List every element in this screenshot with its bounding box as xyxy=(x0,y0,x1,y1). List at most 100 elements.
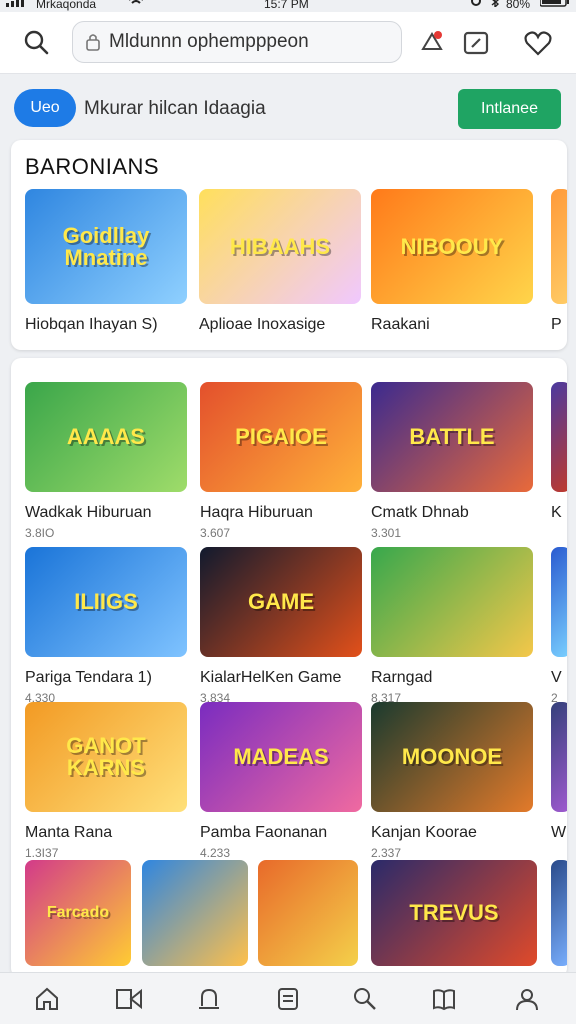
game-thumbnail[interactable]: HIBAAHS xyxy=(199,189,361,304)
thumbnail-art-text: TREVUS xyxy=(409,900,499,925)
game-thumbnail[interactable] xyxy=(142,860,248,966)
video-icon[interactable] xyxy=(111,981,147,1017)
thumbnail-art-text: ILIIGS xyxy=(74,589,138,614)
search-placeholder: Mldunnn ophempppeon xyxy=(109,31,309,52)
game-tile[interactable]: GANOT KARNS Manta Rana 1.3I37 xyxy=(25,702,187,868)
game-meta: 2.337 xyxy=(371,846,402,860)
thumbnail-art-text: HIBAAHS xyxy=(229,233,331,259)
bottom-nav xyxy=(0,972,576,1024)
game-thumbnail[interactable]: TREVUS xyxy=(371,860,537,966)
game-title: Hiobqan Ihayan S) xyxy=(25,316,158,333)
promo-text: Mkurar hilcan Idaagia xyxy=(84,98,266,119)
game-title: Pariga Tendara 1) xyxy=(25,669,152,686)
search-input[interactable]: Mldunnn ophempppeon xyxy=(72,21,402,63)
alert-icon[interactable] xyxy=(191,981,227,1017)
game-meta: 3.8IO xyxy=(25,526,55,540)
game-thumbnail[interactable] xyxy=(551,189,567,304)
profile-icon[interactable] xyxy=(509,981,545,1017)
game-thumbnail[interactable]: NIBOOUY xyxy=(371,189,533,304)
game-meta: 4.233 xyxy=(200,846,231,860)
game-tile[interactable]: Farcado xyxy=(25,860,131,978)
game-title: V xyxy=(551,669,562,686)
lock-icon xyxy=(85,33,101,51)
game-thumbnail[interactable]: PIGAIOE xyxy=(200,382,362,492)
promo-banner: Ueo Mkurar hilcan Idaagia Intlanee xyxy=(0,84,576,132)
location-icon xyxy=(470,0,482,7)
thumbnail-art-text: MADEAS xyxy=(233,744,329,769)
thumbnail-art-text: GAME xyxy=(248,589,314,614)
thumbnail-art-text: Goidllay Mnatine xyxy=(62,222,150,270)
game-tile[interactable]: PIGAIOE Haqra Hiburuan 3.607 xyxy=(200,382,362,548)
game-tile[interactable]: NIBOOUY Raakani xyxy=(371,189,533,350)
game-tile[interactable]: ILIIGS Pariga Tendara 1) 4.330 xyxy=(25,547,187,713)
thumbnail-art-text: AAAAS xyxy=(66,424,146,449)
game-tile[interactable] xyxy=(258,860,358,978)
game-meta: 3.607 xyxy=(200,526,231,540)
game-tile[interactable] xyxy=(142,860,248,978)
game-thumbnail[interactable]: GAME xyxy=(200,547,362,657)
game-tile[interactable]: V2 xyxy=(551,547,567,713)
search-icon[interactable] xyxy=(347,981,383,1017)
game-title: Kanjan Koorae xyxy=(371,824,477,841)
promo-pill[interactable]: Ueo xyxy=(14,89,76,127)
game-thumbnail[interactable]: Farcado xyxy=(25,860,131,966)
game-tile[interactable]: HIBAAHS Aplioae Inoxasige xyxy=(199,189,361,350)
carrier-label: Mrkaqonda xyxy=(36,0,97,11)
game-thumbnail[interactable]: MADEAS xyxy=(200,702,362,812)
game-tile[interactable]: AAAAS Wadkak Hiburuan 3.8IO xyxy=(25,382,187,548)
game-thumbnail[interactable]: GANOT KARNS xyxy=(25,702,187,812)
book-icon[interactable] xyxy=(426,981,462,1017)
game-tile[interactable]: BATTLE Cmatk Dhnab 3.301 xyxy=(371,382,533,548)
game-title: Aplioae Inoxasige xyxy=(199,316,326,333)
game-meta: 3.301 xyxy=(371,526,402,540)
game-thumbnail[interactable]: BATTLE xyxy=(371,382,533,492)
game-title: Pamba Faonanan xyxy=(200,824,328,841)
game-meta: 1.3I37 xyxy=(25,846,59,860)
bluetooth-icon xyxy=(490,0,500,7)
notification-icon[interactable] xyxy=(414,25,450,61)
game-tile[interactable] xyxy=(551,860,567,978)
games-grid: AAAAS Wadkak Hiburuan 3.8IO PIGAIOE Haqra Hi… xyxy=(11,358,567,978)
game-thumbnail[interactable] xyxy=(258,860,358,966)
battery-icon xyxy=(540,0,570,7)
signal-icon xyxy=(6,0,32,7)
game-tile[interactable]: MADEAS Pamba Faonanan 4.233 xyxy=(200,702,362,868)
game-thumbnail[interactable] xyxy=(551,702,567,812)
game-title: Cmatk Dhnab xyxy=(371,504,469,521)
game-thumbnail[interactable] xyxy=(551,547,567,657)
thumbnail-art-text: Farcado xyxy=(46,904,110,921)
install-button[interactable]: Intlanee xyxy=(458,89,561,129)
game-tile[interactable]: TREVUS xyxy=(371,860,537,978)
game-tile[interactable]: MOONOE Kanjan Koorae 2.337 xyxy=(371,702,533,868)
game-thumbnail[interactable]: ILIIGS xyxy=(25,547,187,657)
search-icon[interactable] xyxy=(18,24,54,60)
battery-percent: 80% xyxy=(506,0,531,11)
top-bar: Mldunnn ophempppeon xyxy=(0,12,576,74)
game-thumbnail[interactable] xyxy=(371,547,533,657)
thumbnail-art-text: PIGAIOE xyxy=(235,424,327,449)
game-title: Raakani xyxy=(371,316,430,333)
home-icon[interactable] xyxy=(29,981,65,1017)
wifi-icon xyxy=(128,0,144,7)
game-title: P xyxy=(551,316,562,333)
game-tile[interactable]: Goidllay Mnatine Hiobqan Ihayan S) xyxy=(25,189,187,350)
game-title: Wadkak Hiburuan xyxy=(25,504,152,521)
game-tile[interactable]: Rarngad 8.317 xyxy=(371,547,533,713)
heart-icon[interactable] xyxy=(520,25,556,61)
game-title: KialarHelKen Game xyxy=(200,669,342,686)
game-title: W xyxy=(551,824,567,841)
tablet-icon[interactable] xyxy=(458,25,494,61)
game-tile[interactable]: K xyxy=(551,382,567,548)
thumbnail-art-text: BATTLE xyxy=(409,424,495,449)
game-thumbnail[interactable]: AAAAS xyxy=(25,382,187,492)
status-bar: Mrkaqonda 15:7 PM 80% xyxy=(0,0,576,12)
game-thumbnail[interactable]: MOONOE xyxy=(371,702,533,812)
game-thumbnail[interactable]: Goidllay Mnatine xyxy=(25,189,187,304)
game-thumbnail[interactable] xyxy=(551,860,567,966)
game-tile[interactable]: W xyxy=(551,702,567,868)
game-tile[interactable]: P xyxy=(551,189,567,350)
featured-section: BARONIANS Goidllay Mnatine Hiobqan Ihayan… xyxy=(11,140,567,350)
document-icon[interactable] xyxy=(270,981,306,1017)
game-thumbnail[interactable] xyxy=(551,382,567,492)
game-tile[interactable]: GAME KialarHelKen Game 3.834 xyxy=(200,547,362,713)
